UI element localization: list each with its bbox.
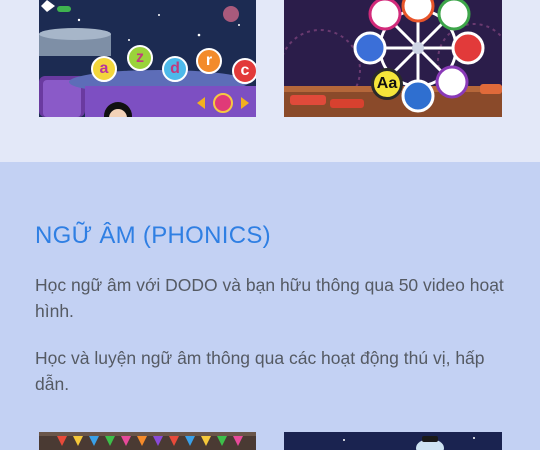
bunting-illustration (39, 432, 256, 450)
section-description-1: Học ngữ âm với DODO và bạn hữu thông qua… (35, 275, 504, 321)
letter-bubble-a: a (91, 56, 117, 82)
letter-game-thumbnail[interactable]: a z d r c (39, 0, 256, 117)
letter-bubble-r: r (196, 48, 222, 74)
night-scene-illustration (284, 432, 502, 450)
section-description-2: Học và luyện ngữ âm thông qua các hoạt đ… (35, 348, 485, 394)
ferris-wheel-illustration (284, 0, 502, 117)
letter-bubble-z: z (127, 45, 153, 71)
phonics-activity-thumbnail[interactable] (284, 432, 502, 450)
phonics-video-thumbnail[interactable] (39, 432, 256, 450)
wheel-bubble-aa: Aa (371, 68, 403, 100)
ferris-wheel-game-thumbnail[interactable]: Aa (284, 0, 502, 117)
letter-bubble-c: c (232, 58, 256, 84)
letter-bubble-d: d (162, 56, 188, 82)
section-title: NGỮ ÂM (PHONICS) (35, 222, 271, 249)
